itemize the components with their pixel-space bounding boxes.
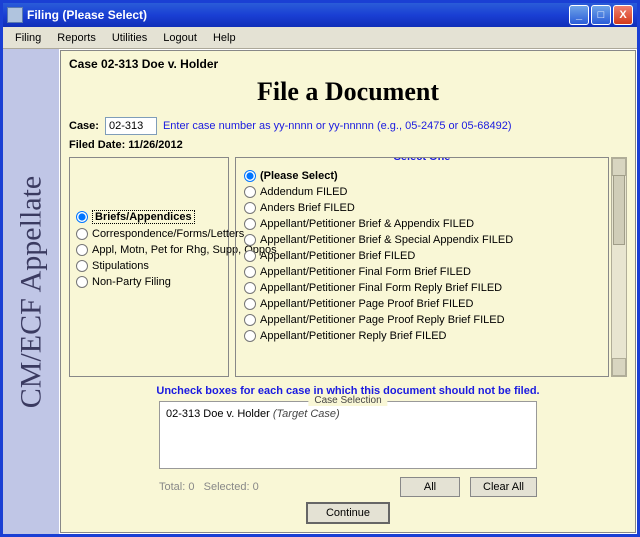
doc-option[interactable]: Anders Brief FILED — [244, 200, 604, 216]
doc-option[interactable]: Appellant/Petitioner Reply Brief FILED — [244, 328, 604, 344]
category-label: Briefs/Appendices — [92, 210, 195, 224]
doc-radio[interactable] — [244, 266, 256, 278]
category-radio[interactable] — [76, 211, 88, 223]
doc-label: Appellant/Petitioner Page Proof Reply Br… — [260, 314, 505, 326]
doc-label: Addendum FILED — [260, 186, 347, 198]
doc-option[interactable]: Appellant/Petitioner Final Form Reply Br… — [244, 280, 604, 296]
menu-utilities[interactable]: Utilities — [104, 30, 155, 46]
main-panel: Case 02-313 Doe v. Holder File a Documen… — [60, 50, 636, 533]
category-radio[interactable] — [76, 228, 88, 240]
doc-label: Appellant/Petitioner Brief & Special App… — [260, 234, 513, 246]
case-selection-legend: Case Selection — [308, 395, 387, 406]
clear-all-button[interactable]: Clear All — [470, 477, 537, 497]
doc-label: Anders Brief FILED — [260, 202, 355, 214]
app-icon — [7, 7, 23, 23]
doc-option[interactable]: Appellant/Petitioner Brief FILED — [244, 248, 604, 264]
case-number-row: Case: Enter case number as yy-nnnn or yy… — [69, 117, 627, 135]
doc-option[interactable]: Appellant/Petitioner Page Proof Brief FI… — [244, 296, 604, 312]
doc-radio[interactable] — [244, 234, 256, 246]
app-window: Filing (Please Select) _ □ X Filing Repo… — [0, 0, 640, 537]
doc-label: Appellant/Petitioner Brief FILED — [260, 250, 415, 262]
doc-option[interactable]: Appellant/Petitioner Brief & Appendix FI… — [244, 216, 604, 232]
bottom-row: Total: 0 Selected: 0 All Clear All — [159, 477, 537, 497]
continue-row: Continue — [69, 507, 627, 519]
doc-radio[interactable] — [244, 282, 256, 294]
case-selection-fieldset: Case Selection 02-313 Doe v. Holder (Tar… — [159, 401, 537, 469]
doc-option[interactable]: Appellant/Petitioner Final Form Brief FI… — [244, 264, 604, 280]
category-label: Correspondence/Forms/Letters — [92, 228, 244, 240]
category-option[interactable]: Briefs/Appendices — [76, 208, 222, 226]
case-header: Case 02-313 Doe v. Holder — [69, 57, 627, 71]
case-label: Case: — [69, 120, 99, 132]
case-selection-item[interactable]: 02-313 Doe v. Holder — [166, 408, 270, 420]
menu-logout[interactable]: Logout — [155, 30, 205, 46]
minimize-button[interactable]: _ — [569, 5, 589, 25]
doc-option[interactable]: Appellant/Petitioner Page Proof Reply Br… — [244, 312, 604, 328]
all-button[interactable]: All — [400, 477, 460, 497]
sidebar-label: CM/ECF Appellate — [14, 175, 48, 408]
doc-radio[interactable] — [244, 250, 256, 262]
counts: Total: 0 Selected: 0 — [159, 481, 390, 493]
body: CM/ECF Appellate Case 02-313 Doe v. Hold… — [3, 49, 637, 534]
doc-radio[interactable] — [244, 330, 256, 342]
category-option[interactable]: Correspondence/Forms/Letters — [76, 226, 222, 242]
category-label: Stipulations — [92, 260, 149, 272]
doc-label: Appellant/Petitioner Brief & Appendix FI… — [260, 218, 474, 230]
doc-label: Appellant/Petitioner Final Form Reply Br… — [260, 282, 502, 294]
category-option[interactable]: Appl, Motn, Pet for Rhg, Supp, Oppos — [76, 242, 222, 258]
page-title: File a Document — [69, 77, 627, 107]
doc-radio[interactable] — [244, 314, 256, 326]
filed-row: Filed Date: 11/26/2012 — [69, 139, 627, 151]
category-option[interactable]: Stipulations — [76, 258, 222, 274]
close-button[interactable]: X — [613, 5, 633, 25]
scrollbar-thumb[interactable] — [613, 175, 625, 245]
category-option[interactable]: Non-Party Filing — [76, 274, 222, 290]
select-one-legend: Select One — [388, 157, 457, 163]
maximize-button[interactable]: □ — [591, 5, 611, 25]
doc-label: (Please Select) — [260, 170, 338, 182]
menu-filing[interactable]: Filing — [7, 30, 49, 46]
doc-label: Appellant/Petitioner Final Form Brief FI… — [260, 266, 471, 278]
category-label: Non-Party Filing — [92, 276, 171, 288]
case-hint: Enter case number as yy-nnnn or yy-nnnnn… — [163, 120, 512, 132]
doc-option[interactable]: (Please Select) — [244, 168, 604, 184]
case-selection-target: (Target Case) — [273, 408, 340, 420]
doc-label: Appellant/Petitioner Page Proof Brief FI… — [260, 298, 473, 310]
titlebar: Filing (Please Select) _ □ X — [3, 3, 637, 27]
doc-label: Appellant/Petitioner Reply Brief FILED — [260, 330, 446, 342]
menu-reports[interactable]: Reports — [49, 30, 104, 46]
continue-button[interactable]: Continue — [306, 502, 390, 524]
sidebar: CM/ECF Appellate — [3, 49, 59, 534]
menu-help[interactable]: Help — [205, 30, 244, 46]
case-input[interactable] — [105, 117, 157, 135]
category-panel: Briefs/Appendices Correspondence/Forms/Le… — [69, 157, 229, 377]
select-one-wrap: Select One (Please Select) Addendum FILED… — [235, 157, 627, 377]
menubar: Filing Reports Utilities Logout Help — [3, 27, 637, 49]
filed-label: Filed Date: — [69, 139, 125, 151]
category-radio[interactable] — [76, 276, 88, 288]
filed-value: 11/26/2012 — [128, 139, 182, 151]
doc-option[interactable]: Appellant/Petitioner Brief & Special App… — [244, 232, 604, 248]
doc-radio[interactable] — [244, 298, 256, 310]
panels: Briefs/Appendices Correspondence/Forms/Le… — [69, 157, 627, 377]
doc-radio[interactable] — [244, 202, 256, 214]
doc-radio[interactable] — [244, 186, 256, 198]
scrollbar[interactable] — [611, 157, 627, 377]
category-radio[interactable] — [76, 244, 88, 256]
doc-option[interactable]: Addendum FILED — [244, 184, 604, 200]
category-radio[interactable] — [76, 260, 88, 272]
select-one-fieldset: Select One (Please Select) Addendum FILED… — [235, 157, 609, 377]
doc-radio[interactable] — [244, 170, 256, 182]
window-title: Filing (Please Select) — [27, 8, 147, 22]
doc-radio[interactable] — [244, 218, 256, 230]
